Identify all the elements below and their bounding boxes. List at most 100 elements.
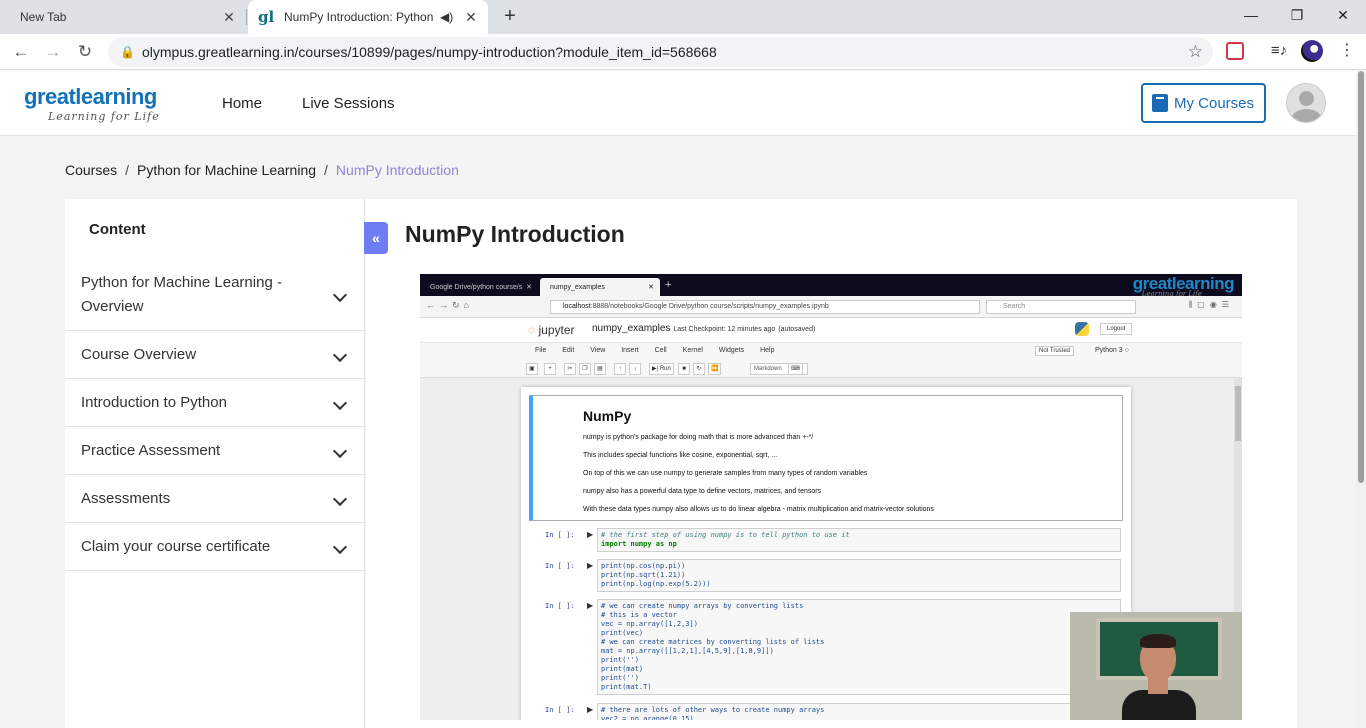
markdown-line: With these data types numpy also allows …: [583, 506, 934, 513]
site-header: greatlearning Learning for Life Home Liv…: [0, 71, 1356, 136]
video-tab-label: Google Drive/python course/s: [430, 283, 523, 291]
minimize-icon[interactable]: —: [1228, 0, 1274, 30]
collapse-sidebar-button[interactable]: «: [364, 222, 388, 254]
media-control-icon[interactable]: ≡♪: [1270, 42, 1288, 60]
video-logout-button: Logout: [1100, 323, 1133, 335]
my-courses-button[interactable]: My Courses: [1141, 83, 1266, 123]
back-arrow-icon[interactable]: ←: [8, 39, 34, 65]
presenter-body: [1122, 690, 1196, 720]
bookmark-star-icon[interactable]: ☆: [1188, 42, 1203, 62]
reload-icon[interactable]: ↻: [72, 39, 98, 65]
presenter-hair: [1140, 634, 1176, 648]
speaker-icon[interactable]: ◀): [440, 10, 456, 24]
url-text[interactable]: olympus.greatlearning.in/courses/10899/p…: [142, 44, 717, 60]
video-tab-label: numpy_examples: [550, 283, 605, 291]
video-url-bar: ←→↻⌂ localhost:8888/notebooks/Google Dri…: [420, 296, 1242, 318]
tab-divider: [246, 9, 247, 25]
module-practice-assessment[interactable]: Practice Assessment: [65, 427, 365, 475]
cell-code: # there are lots of other ways to create…: [597, 703, 1121, 720]
address-bar[interactable]: 🔒 olympus.greatlearning.in/courses/10899…: [108, 37, 1213, 67]
run-button: ▶| Run: [649, 363, 674, 375]
markdown-line: This includes special functions like cos…: [583, 452, 778, 459]
cell-prompt: In [ ]:: [545, 562, 575, 570]
logo-wordmark: greatlearning: [24, 84, 157, 109]
fast-forward-icon: ⏩: [708, 363, 722, 375]
kebab-menu-icon[interactable]: ⋮: [1338, 42, 1356, 60]
avatar-head: [1299, 91, 1314, 106]
module-introduction-to-python[interactable]: Introduction to Python: [65, 379, 365, 427]
tab-title: NumPy Introduction: Python: [284, 10, 434, 24]
module-course-overview[interactable]: Course Overview: [65, 331, 365, 379]
video-jupyter-header: ◌ jupyter numpy_examples Last Checkpoint:…: [420, 318, 1242, 342]
page-title: NumPy Introduction: [405, 221, 625, 247]
greatlearning-logo[interactable]: greatlearning Learning for Life: [24, 84, 160, 123]
restart-icon: ↻: [693, 363, 705, 375]
cell-code: # the first step of using numpy is to te…: [597, 528, 1121, 552]
page-scrollbar[interactable]: [1356, 71, 1366, 728]
paste-icon: ▤: [594, 363, 606, 375]
module-claim-certificate[interactable]: Claim your course certificate: [65, 523, 365, 571]
nav-live-sessions[interactable]: Live Sessions: [302, 95, 395, 112]
chevron-down-icon[interactable]: [332, 443, 348, 458]
lock-icon[interactable]: 🔒: [120, 45, 135, 59]
cell-run-icon: ▶: [587, 561, 594, 570]
forward-arrow-icon[interactable]: →: [40, 39, 66, 65]
cut-icon: ✂: [564, 363, 576, 375]
copy-icon: ❐: [579, 363, 591, 375]
chevron-down-icon[interactable]: [332, 287, 348, 302]
close-icon[interactable]: ✕: [218, 6, 240, 28]
module-label: Practice Assessment: [81, 441, 221, 459]
profile-avatar-icon[interactable]: [1301, 40, 1323, 62]
python-logo-icon: [1075, 322, 1089, 336]
markdown-line: numpy is python's package for doing math…: [583, 434, 814, 441]
markdown-line: numpy also has a powerful data type to d…: [583, 488, 822, 495]
video-jupyter-menu: File Edit View Insert Cell Kernel Widget…: [535, 347, 775, 354]
user-avatar[interactable]: [1286, 83, 1326, 123]
video-browser-tabs: Google Drive/python course/s ✕ numpy_exam…: [420, 274, 1242, 298]
video-search-box: Search: [986, 300, 1136, 314]
restore-icon[interactable]: ❐: [1274, 0, 1320, 30]
module-assessments[interactable]: Assessments: [65, 475, 365, 523]
window-close-icon[interactable]: ✕: [1320, 0, 1366, 30]
content-sidebar: Content Python for Machine Learning - Ov…: [65, 199, 365, 728]
jupyter-logo: ◌ jupyter: [528, 323, 575, 337]
breadcrumb: Courses / Python for Machine Learning / NumP…: [65, 162, 459, 178]
cell-code: # we can create numpy arrays by converti…: [597, 599, 1121, 695]
move-up-icon: ↑: [614, 363, 626, 375]
move-down-icon: ↓: [629, 363, 641, 375]
pocket-extension-icon[interactable]: [1226, 42, 1244, 60]
presenter-webcam: [1070, 612, 1242, 720]
chevron-down-icon[interactable]: [332, 347, 348, 362]
avatar-shoulders: [1291, 109, 1322, 122]
browser-tab-strip: New Tab ✕ gl NumPy Introduction: Python …: [0, 0, 1366, 34]
tab-numpy-introduction[interactable]: gl NumPy Introduction: Python ◀) ✕: [248, 0, 488, 34]
cell-code: print(np.cos(np.pi)) print(np.sqrt(1.21)…: [597, 559, 1121, 592]
scrollbar-thumb[interactable]: [1358, 71, 1364, 483]
close-icon[interactable]: ✕: [460, 6, 482, 28]
module-label: Course Overview: [81, 345, 197, 363]
lecture-video[interactable]: Google Drive/python course/s ✕ numpy_exam…: [420, 274, 1242, 720]
browser-toolbar: ← → ↻ 🔒 olympus.greatlearning.in/courses…: [0, 34, 1366, 70]
stop-icon: ■: [678, 363, 690, 375]
video-nav-icons: ←→↻⌂: [426, 300, 473, 310]
tab-title: New Tab: [20, 10, 67, 24]
breadcrumb-python-for-machine-learning[interactable]: Python for Machine Learning: [137, 162, 316, 178]
module-python-for-ml-overview[interactable]: Python for Machine Learning - Overview: [65, 259, 365, 331]
module-label: Claim your course certificate: [81, 537, 271, 555]
new-tab-plus-icon[interactable]: +: [498, 5, 522, 29]
cell-run-icon: ▶: [587, 705, 594, 714]
book-icon: [1152, 94, 1168, 112]
chevron-down-icon[interactable]: [332, 395, 348, 410]
add-cell-icon: +: [544, 363, 556, 375]
nav-home[interactable]: Home: [222, 95, 262, 112]
video-toolbar-icons: ⫼▢◉☰: [1188, 300, 1234, 309]
chevron-down-icon[interactable]: [332, 539, 348, 554]
breadcrumb-courses[interactable]: Courses: [65, 162, 117, 178]
video-tab-numpy-examples: numpy_examples ✕: [540, 278, 660, 296]
cell-prompt: In [ ]:: [545, 531, 575, 539]
video-jupyter-menubar: File Edit View Insert Cell Kernel Widget…: [420, 342, 1242, 360]
chevron-down-icon[interactable]: [332, 491, 348, 506]
video-url-host: localhost: [563, 303, 591, 310]
tab-new-tab[interactable]: New Tab ✕: [0, 0, 246, 34]
markdown-line: On top of this we can use numpy to gener…: [583, 470, 868, 477]
